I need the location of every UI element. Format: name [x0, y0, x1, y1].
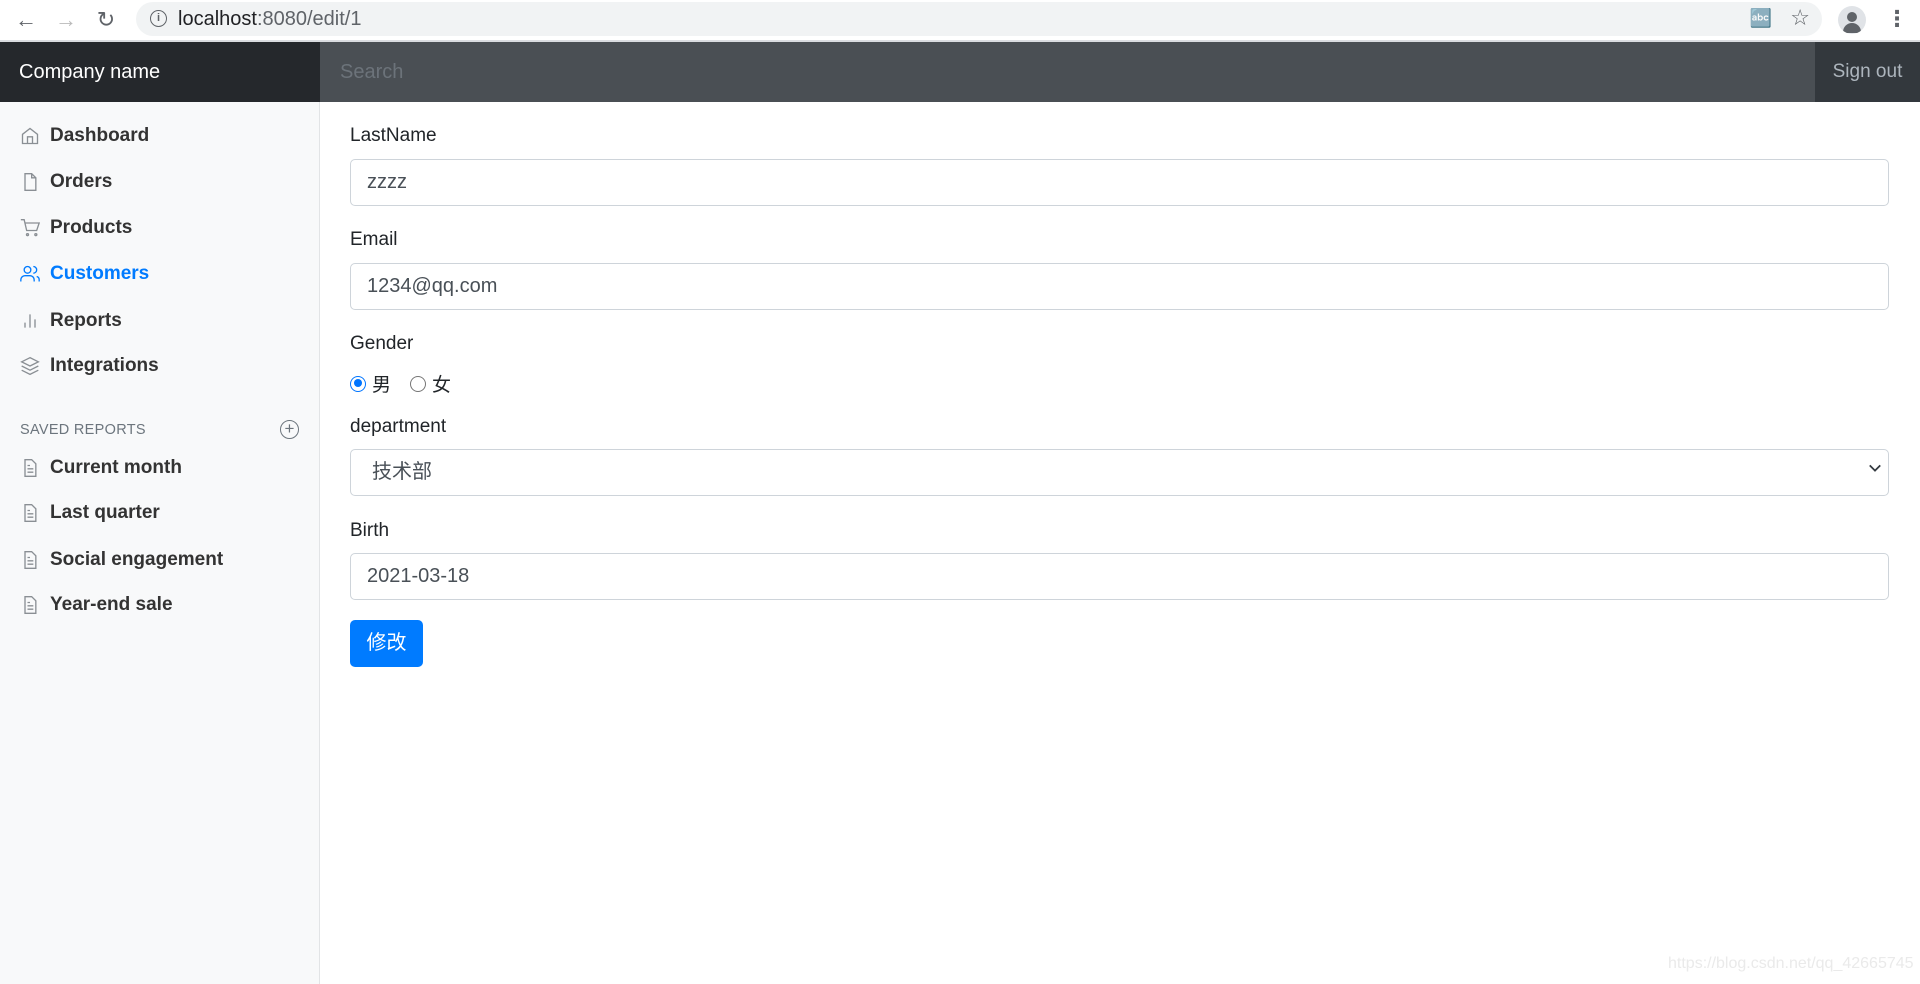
department-label: department [350, 416, 447, 437]
gender-label: Gender [350, 333, 414, 354]
gender-radio-male[interactable]: 男 [350, 370, 391, 397]
top-navbar: Company name Sign out [0, 42, 1920, 102]
file-icon [24, 173, 37, 191]
bar-chart-icon [24, 314, 36, 328]
shopping-cart-icon [20, 219, 40, 237]
url-host: localhost [178, 8, 257, 30]
watermark: https://blog.csdn.net/qq_42665745 [1668, 955, 1914, 972]
birth-label: Birth [350, 520, 390, 541]
radio-label: 女 [432, 375, 452, 396]
sidebar-item-label: Products [50, 217, 133, 238]
saved-reports-heading: SAVED REPORTS [20, 422, 146, 438]
url-text: localhost:8080/edit/1 [178, 8, 361, 31]
browser-toolbar: ← → ↻ i localhost:8080/edit/1 🔤 ☆ ⋮ [0, 0, 1920, 42]
sidebar-item-integrations[interactable]: Integrations [0, 346, 319, 386]
kebab-menu-icon[interactable]: ⋮ [1886, 6, 1908, 32]
sidebar-item-label: Customers [50, 263, 150, 284]
sign-out-link[interactable]: Sign out [1815, 42, 1920, 102]
saved-report-item[interactable]: Current month [0, 448, 319, 488]
chevron-down-icon [1869, 464, 1881, 472]
radio-button-checked[interactable] [350, 375, 366, 392]
reload-icon[interactable]: ↻ [92, 6, 120, 34]
sidebar-item-label: Dashboard [50, 125, 150, 146]
profile-avatar-icon[interactable] [1838, 6, 1866, 34]
sidebar-item-label: Orders [50, 171, 113, 192]
file-text-icon [24, 504, 37, 522]
sidebar-item-orders[interactable]: Orders [0, 162, 319, 202]
sidebar-item-reports[interactable]: Reports [0, 301, 319, 341]
layers-icon [20, 356, 40, 376]
sidebar-item-label: Reports [50, 310, 122, 331]
star-icon[interactable]: ☆ [1790, 5, 1810, 31]
translate-icon[interactable]: 🔤 [1750, 8, 1772, 29]
email-input[interactable]: 1234@qq.com [350, 263, 1889, 310]
department-selected-value: 技术部 [372, 461, 432, 483]
back-icon[interactable]: ← [12, 6, 40, 34]
radio-button[interactable] [410, 375, 426, 392]
file-text-icon [24, 596, 37, 614]
sidebar-item-dashboard[interactable]: Dashboard [0, 116, 319, 156]
radio-label: 男 [372, 375, 392, 396]
gender-radio-female[interactable]: 女 [410, 370, 451, 397]
saved-report-label: Last quarter [50, 502, 160, 523]
sidebar-item-customers[interactable]: Customers [0, 254, 319, 294]
brand[interactable]: Company name [0, 42, 320, 102]
email-label: Email [350, 229, 398, 250]
birth-input[interactable]: 2021-03-18 [350, 553, 1889, 600]
search-input[interactable] [320, 42, 1815, 102]
address-bar[interactable]: i localhost:8080/edit/1 🔤 ☆ [136, 2, 1822, 36]
lastname-label: LastName [350, 125, 437, 146]
add-report-icon[interactable]: + [280, 420, 299, 439]
url-path: :8080/edit/1 [256, 8, 362, 30]
saved-report-label: Year-end sale [50, 594, 173, 615]
sidebar-item-label: Integrations [50, 355, 159, 376]
submit-button[interactable]: 修改 [350, 620, 423, 667]
saved-report-label: Social engagement [50, 549, 224, 570]
saved-report-item[interactable]: Social engagement [0, 540, 319, 580]
forward-icon[interactable]: → [52, 6, 80, 34]
saved-report-item[interactable]: Year-end sale [0, 585, 319, 625]
saved-report-label: Current month [50, 457, 182, 478]
lastname-input[interactable]: zzzz [350, 159, 1889, 206]
file-text-icon [24, 551, 37, 569]
sidebar: Dashboard Orders Products Customers Repo… [0, 102, 320, 984]
info-icon[interactable]: i [150, 10, 167, 27]
department-select[interactable]: 技术部 [350, 449, 1889, 496]
home-icon [21, 127, 39, 145]
users-icon [20, 265, 40, 282]
saved-report-item[interactable]: Last quarter [0, 493, 319, 533]
file-text-icon [24, 459, 37, 477]
sidebar-item-products[interactable]: Products [0, 208, 319, 248]
